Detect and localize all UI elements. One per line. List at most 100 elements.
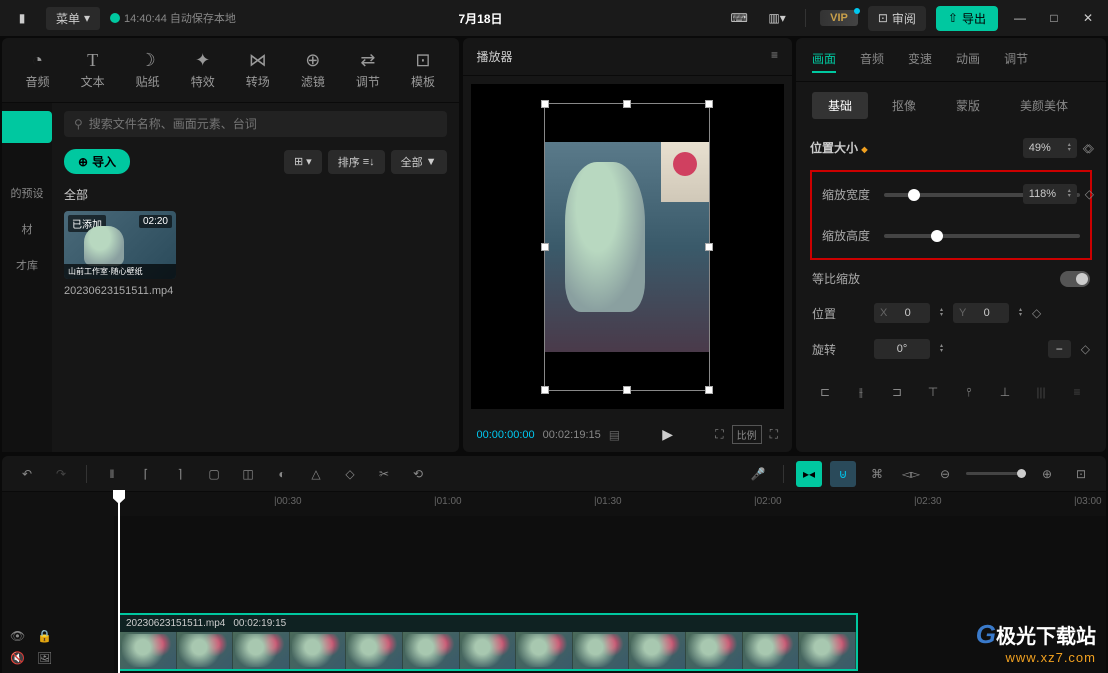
playhead[interactable]	[118, 492, 120, 516]
sidebar-item-library[interactable]: 才库	[2, 247, 52, 283]
keyframe-pos-icon[interactable]: ◇	[1032, 306, 1041, 320]
minimize-button[interactable]: —	[1008, 6, 1032, 30]
scale-width-value[interactable]: 49%▴▾	[1023, 138, 1077, 158]
preview-icon[interactable]: ◅▻	[898, 461, 924, 487]
player-viewport[interactable]	[471, 84, 784, 409]
zoom-slider[interactable]	[966, 472, 1026, 475]
align-top-icon[interactable]: ⊤	[920, 381, 946, 403]
tab-effect[interactable]: ✦特效	[177, 48, 228, 92]
export-button[interactable]: ⇧导出	[936, 6, 998, 31]
zoom-in-icon[interactable]: ⊕	[1034, 461, 1060, 487]
spinner-icon[interactable]: ▴▾	[1068, 189, 1071, 199]
spinner-icon[interactable]: ▴▾	[1068, 143, 1071, 153]
cut-left-icon[interactable]: ⌈	[133, 461, 159, 487]
snap-icon[interactable]: ▸◂	[796, 461, 822, 487]
review-button[interactable]: ⊡审阅	[868, 6, 926, 31]
trim-icon[interactable]: ◫	[235, 461, 261, 487]
subtab-mask[interactable]: 蒙版	[940, 92, 996, 119]
handle-mr[interactable]	[705, 243, 713, 251]
lock-icon[interactable]: 🔒	[37, 629, 52, 643]
vip-badge[interactable]: VIP	[820, 10, 858, 26]
maximize-button[interactable]: □	[1042, 6, 1066, 30]
player-menu-icon[interactable]: ≡	[771, 48, 778, 65]
handle-br[interactable]	[705, 386, 713, 394]
sidebar-item-preset[interactable]: 的预设	[2, 175, 52, 211]
handle-bl[interactable]	[541, 386, 549, 394]
link-icon[interactable]: ⌘	[864, 461, 890, 487]
layout-icon[interactable]: ▥▾	[763, 8, 791, 28]
handle-tl[interactable]	[541, 100, 549, 108]
eye-icon[interactable]: 👁	[10, 629, 25, 643]
tab-adjust-prop[interactable]: 调节	[1004, 50, 1028, 73]
aspect-lock-toggle[interactable]	[1060, 271, 1090, 287]
tab-picture[interactable]: 画面	[812, 50, 836, 73]
cut-right-icon[interactable]: ⌉	[167, 461, 193, 487]
menu-button[interactable]: 菜单 ▾	[46, 7, 100, 30]
sidebar-item-local[interactable]	[2, 111, 52, 143]
reverse-icon[interactable]: ⟲	[405, 461, 431, 487]
handle-tm[interactable]	[623, 100, 631, 108]
video-selection-frame[interactable]	[544, 103, 710, 391]
tab-template[interactable]: ⊡模板	[397, 48, 448, 92]
sort-button[interactable]: 排序 ≡↓	[328, 150, 385, 174]
list-icon[interactable]: ▤	[609, 428, 620, 442]
scale-height-slider[interactable]	[884, 234, 1080, 238]
image-icon[interactable]: 🖼	[37, 651, 52, 665]
mute-icon[interactable]: 🔇	[10, 651, 25, 665]
align-hcenter-icon[interactable]: ⫲	[848, 381, 874, 403]
handle-tr[interactable]	[705, 100, 713, 108]
handle-bm[interactable]	[623, 386, 631, 394]
zoom-out-icon[interactable]: ⊖	[932, 461, 958, 487]
handle-ml[interactable]	[541, 243, 549, 251]
tab-animation[interactable]: 动画	[956, 50, 980, 73]
rotation-input[interactable]: 0°	[874, 339, 930, 359]
video-clip[interactable]: 20230623151511.mp400:02:19:15	[118, 613, 858, 671]
crop-icon[interactable]: ▢	[201, 461, 227, 487]
sidebar-item-material[interactable]: 材	[2, 211, 52, 247]
spinner-icon[interactable]: ▴▾	[940, 344, 943, 354]
scale-height-value[interactable]: 118%▴▾	[1023, 184, 1077, 204]
tab-adjust[interactable]: ⇄调节	[342, 48, 393, 92]
import-button[interactable]: ⊕导入	[64, 149, 130, 174]
timeline-ruler[interactable]: |00:30 |01:00 |01:30 |02:00 |02:30 |03:0…	[2, 492, 1106, 516]
zoom-fit-icon[interactable]: ⊡	[1068, 461, 1094, 487]
sidebar-item-cloud[interactable]	[2, 143, 52, 175]
subtab-basic[interactable]: 基础	[812, 92, 868, 119]
redo-icon[interactable]: ↷	[48, 461, 74, 487]
playhead-line[interactable]	[118, 516, 120, 673]
keyframe-rot-icon[interactable]: ◇	[1081, 342, 1090, 356]
ratio-button[interactable]: 比例	[732, 425, 762, 444]
crop2-icon[interactable]: ✂	[371, 461, 397, 487]
frame-icon[interactable]: ⛶	[715, 427, 723, 442]
speed-icon[interactable]: ◐	[269, 461, 295, 487]
tab-audio[interactable]: ◔音频	[12, 48, 63, 92]
subtab-beauty[interactable]: 美颜美体	[1004, 92, 1084, 119]
rotate-icon[interactable]: ◇	[337, 461, 363, 487]
keyboard-icon[interactable]: ⌨	[725, 8, 753, 28]
tab-filter[interactable]: ⊕滤镜	[287, 48, 338, 92]
tab-text[interactable]: T文本	[67, 48, 118, 92]
view-mode-button[interactable]: ⊞ ▾	[284, 150, 322, 174]
spinner-icon[interactable]: ▴▾	[940, 308, 943, 318]
asset-thumbnail[interactable]: 已添加 02:20 山前工作室·随心壁纸 20230623151511.mp4	[64, 211, 176, 297]
subtab-cutout[interactable]: 抠像	[876, 92, 932, 119]
split-icon[interactable]: ‖	[99, 461, 125, 487]
play-button[interactable]: ▶	[662, 426, 673, 443]
keyframe-height-icon[interactable]: ◇	[1085, 187, 1094, 201]
tab-transition[interactable]: ⋈转场	[232, 48, 283, 92]
align-right-icon[interactable]: ⊐	[884, 381, 910, 403]
mic-icon[interactable]: 🎤	[745, 461, 771, 487]
search-box[interactable]: ⚲	[64, 111, 447, 137]
close-button[interactable]: ✕	[1076, 6, 1100, 30]
align-left-icon[interactable]: ⊏	[812, 381, 838, 403]
align-vcenter-icon[interactable]: ⫯	[956, 381, 982, 403]
pos-x-input[interactable]: X0	[874, 303, 930, 323]
align-bottom-icon[interactable]: ⊥	[992, 381, 1018, 403]
mirror-icon[interactable]: △	[303, 461, 329, 487]
fullscreen-icon[interactable]: ⛶	[770, 427, 778, 442]
tracks-area[interactable]: 20230623151511.mp400:02:19:15	[114, 516, 1106, 673]
tab-audio-prop[interactable]: 音频	[860, 50, 884, 73]
search-input[interactable]	[89, 117, 437, 131]
filter-all-button[interactable]: 全部 ▼	[391, 150, 447, 174]
undo-icon[interactable]: ↶	[14, 461, 40, 487]
